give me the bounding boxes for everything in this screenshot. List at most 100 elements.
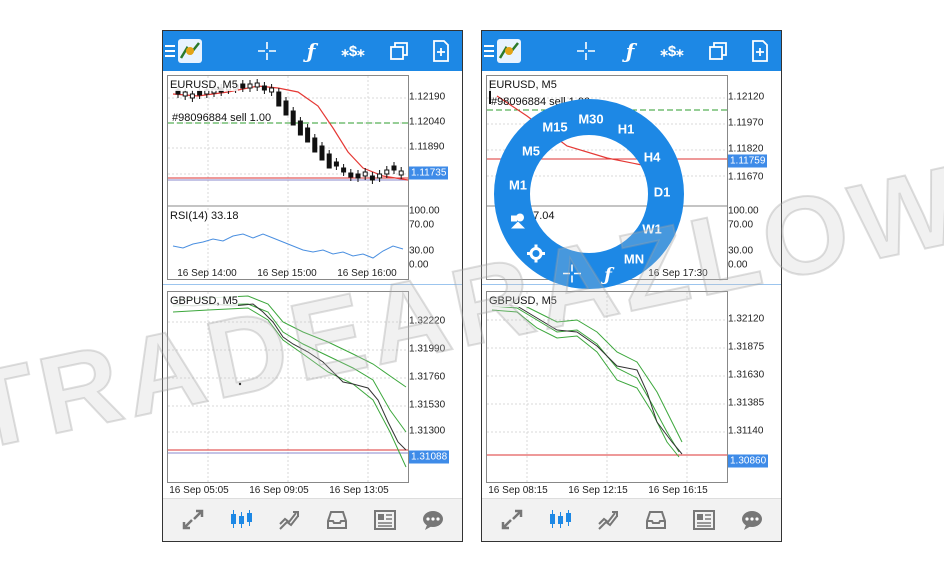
- indicators-icon[interactable]: ƒ: [618, 31, 642, 71]
- bottom-navigation: [163, 498, 462, 541]
- timeframe-w1[interactable]: W1: [642, 222, 662, 237]
- rsi-tick: 0.00: [409, 259, 429, 271]
- candle: [197, 90, 203, 96]
- timeframe-wheel: M1 M5 M15 M30 H1 H4 D1 W1 MN ƒ: [494, 99, 684, 289]
- time-tick: 16 Sep 12:15: [568, 485, 628, 496]
- trade-icon[interactable]: [588, 499, 628, 541]
- messages-icon[interactable]: [413, 499, 453, 541]
- timeframe-m30[interactable]: M30: [578, 112, 603, 127]
- candle: [362, 171, 368, 177]
- time-tick: 16 Sep 16:00: [337, 268, 397, 279]
- history-icon[interactable]: [317, 499, 357, 541]
- candle: [276, 91, 282, 107]
- metatrader-logo-icon[interactable]: [177, 31, 203, 71]
- price-tick: 1.31875: [728, 341, 765, 353]
- indicators-icon[interactable]: ƒ: [604, 265, 612, 286]
- candle: [240, 83, 246, 89]
- price-tick: 1.11970: [728, 117, 764, 129]
- candle: [319, 145, 325, 161]
- indicators-icon[interactable]: ƒ: [299, 31, 323, 71]
- gbpusd-chart-window[interactable]: GBPUSD, M5 1.32220 1.31990 1.31760 1.315…: [163, 287, 462, 501]
- time-tick: 16 Sep 16:15: [648, 485, 708, 496]
- svg-text:TRADEARAZLOW: TRADEARAZLOW: [0, 143, 944, 474]
- menu-icon[interactable]: [163, 31, 177, 71]
- metatrader-logo-icon[interactable]: [496, 31, 522, 71]
- objects-icon[interactable]: [509, 213, 527, 234]
- history-icon[interactable]: [636, 499, 676, 541]
- rsi-tick: 30.00: [409, 245, 435, 257]
- time-tick: 16 Sep 05:05: [169, 485, 229, 496]
- price-axis: 1.32220 1.31990 1.31760 1.31530 1.31300 …: [409, 291, 459, 483]
- gbpusd-plot[interactable]: GBPUSD, M5: [486, 291, 728, 483]
- rsi-tick: 0.00: [728, 259, 748, 271]
- chart-title: GBPUSD, M5: [489, 295, 557, 307]
- price-tick: 1.31140: [728, 425, 764, 437]
- add-chart-icon[interactable]: [748, 31, 772, 71]
- rsi-tick: 100.00: [409, 205, 440, 217]
- right-phone-screen: ƒ ⁎$⁎ EURUSD, M5 #98096884 sell 1.00 47.…: [481, 30, 782, 542]
- settings-icon[interactable]: [527, 244, 545, 266]
- timeframe-d1[interactable]: D1: [654, 185, 671, 200]
- candle: [189, 93, 195, 99]
- candle: [391, 165, 397, 171]
- eurusd-plot[interactable]: EURUSD, M5 #98096884 sell 1.00 RSI(14) 3…: [167, 75, 409, 280]
- toolbar: ƒ ⁎$⁎: [482, 31, 781, 71]
- watermark: TRADEARAZLOW: [0, 142, 944, 475]
- time-tick: 16 Sep 08:15: [488, 485, 548, 496]
- quotes-icon[interactable]: [492, 499, 532, 541]
- timeframe-m1[interactable]: M1: [509, 178, 527, 193]
- price-tick: 1.11820: [728, 143, 764, 155]
- timeframe-m15[interactable]: M15: [542, 120, 567, 135]
- crosshair-icon[interactable]: [563, 264, 581, 286]
- add-chart-icon[interactable]: [429, 31, 453, 71]
- rsi-tick: 100.00: [728, 205, 759, 217]
- timeframe-h1[interactable]: H1: [618, 122, 635, 137]
- price-tick: 1.31630: [728, 369, 765, 381]
- eurusd-chart-window[interactable]: EURUSD, M5 #98096884 sell 1.00 RSI(14) 3…: [163, 71, 462, 285]
- current-price-tag: 1.11759: [728, 154, 768, 168]
- price-tick: 1.31760: [409, 371, 446, 383]
- objects-icon[interactable]: ⁎$⁎: [339, 31, 367, 71]
- timeframe-mn[interactable]: MN: [624, 252, 644, 267]
- price-tick: 1.12120: [728, 91, 765, 103]
- price-tick: 1.31530: [409, 399, 446, 411]
- candle: [247, 83, 253, 89]
- timeframe-h4[interactable]: H4: [644, 150, 661, 165]
- candle: [384, 169, 390, 175]
- news-icon[interactable]: [684, 499, 724, 541]
- candle: [348, 172, 354, 178]
- crosshair-icon[interactable]: [255, 31, 279, 71]
- gbpusd-chart-window[interactable]: GBPUSD, M5 1.32120 1.31875 1.31630 1.313…: [482, 287, 781, 501]
- time-tick: 16 Sep 13:05: [329, 485, 389, 496]
- objects-icon[interactable]: ⁎$⁎: [658, 31, 686, 71]
- chart-icon[interactable]: [540, 499, 580, 541]
- candle: [333, 161, 339, 167]
- crosshair-icon[interactable]: [574, 31, 598, 71]
- trade-icon[interactable]: [269, 499, 309, 541]
- quotes-icon[interactable]: [173, 499, 213, 541]
- candle: [305, 127, 311, 143]
- windows-icon[interactable]: [387, 31, 411, 71]
- price-tick: 1.31300: [409, 425, 446, 437]
- candle: [326, 153, 332, 169]
- rsi-tick: 70.00: [409, 219, 435, 231]
- candle: [283, 100, 289, 116]
- windows-icon[interactable]: [706, 31, 730, 71]
- time-tick: 16 Sep 15:00: [257, 268, 317, 279]
- bottom-navigation: [482, 498, 781, 541]
- news-icon[interactable]: [365, 499, 405, 541]
- toolbar: ƒ ⁎$⁎: [163, 31, 462, 71]
- left-phone-screen: ƒ ⁎$⁎ EURUSD, M5 #98096884 sell 1.00 RSI…: [162, 30, 463, 542]
- chart-title: EURUSD, M5: [170, 79, 238, 91]
- candle: [269, 87, 275, 93]
- chart-icon[interactable]: [221, 499, 261, 541]
- candle: [355, 173, 361, 179]
- price-tick: 1.12040: [409, 116, 446, 128]
- candle: [297, 120, 303, 136]
- timeframe-m5[interactable]: M5: [522, 144, 540, 159]
- time-tick: 16 Sep 14:00: [177, 268, 237, 279]
- gbpusd-plot[interactable]: GBPUSD, M5: [167, 291, 409, 483]
- candle: [398, 170, 404, 176]
- menu-icon[interactable]: [482, 31, 496, 71]
- messages-icon[interactable]: [732, 499, 772, 541]
